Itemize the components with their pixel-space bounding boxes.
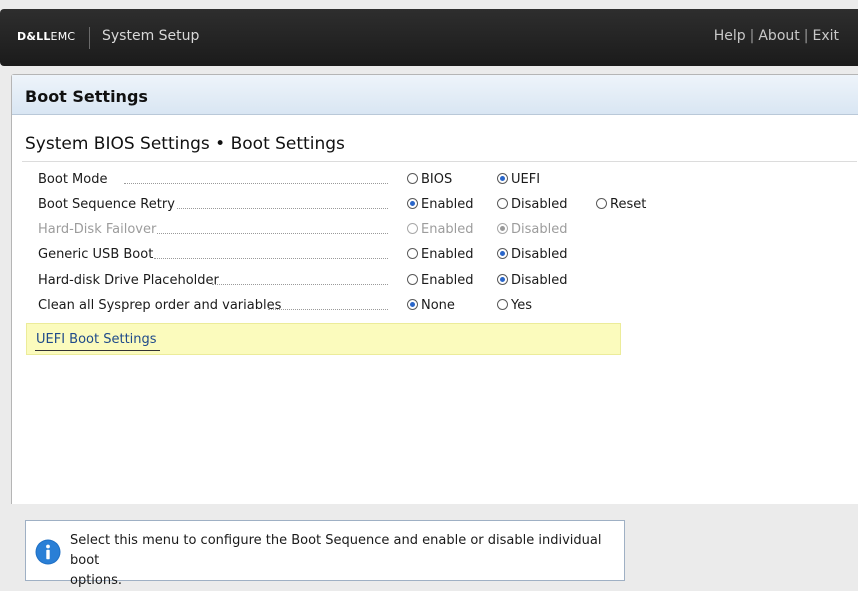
radio-selected-icon <box>497 223 508 234</box>
help-panel: Select this menu to configure the Boot S… <box>25 520 625 588</box>
radio-option[interactable]: BIOS <box>407 172 452 187</box>
setting-row: Clean all Sysprep order and variables Non… <box>38 298 658 316</box>
radio-unselected-icon[interactable] <box>497 198 508 209</box>
link-separator: | <box>749 28 755 44</box>
leader-dots <box>212 284 388 285</box>
radio-option-label: Reset <box>610 197 647 212</box>
uefi-boot-settings-link[interactable]: UEFI Boot Settings <box>36 332 157 347</box>
uefi-boot-settings-row[interactable]: UEFI Boot Settings <box>26 323 621 355</box>
setting-row: Generic USB Boot Enabled Disabled <box>38 247 658 265</box>
radio-option[interactable]: Disabled <box>497 273 567 288</box>
setting-row: Boot Mode BIOS UEFI <box>38 172 658 190</box>
dell-emc-logo: D&LLEMC <box>17 30 75 43</box>
section-title: System BIOS Settings • Boot Settings <box>25 134 345 154</box>
radio-option-label: Enabled <box>421 273 474 288</box>
header-links: Help | About | Exit <box>714 28 839 44</box>
focus-underline <box>35 350 160 351</box>
info-icon <box>35 539 61 565</box>
radio-option-label: Disabled <box>511 222 568 237</box>
top-bar: D&LLEMC System Setup Help | About | Exit <box>0 9 858 66</box>
radio-option[interactable]: Enabled <box>407 247 474 262</box>
radio-option-label: UEFI <box>511 172 541 187</box>
radio-option[interactable]: Disabled <box>497 197 567 212</box>
leader-dots <box>154 258 388 259</box>
section-divider <box>22 161 857 162</box>
radio-option-label: BIOS <box>421 172 453 187</box>
radio-unselected-icon[interactable] <box>407 248 418 259</box>
leader-dots <box>124 183 388 184</box>
radio-option[interactable]: Disabled <box>497 247 567 262</box>
radio-option[interactable]: Yes <box>497 298 532 313</box>
radio-option-label: Enabled <box>421 222 474 237</box>
radio-selected-icon[interactable] <box>407 299 418 310</box>
page-title: Boot Settings <box>25 87 148 106</box>
main-panel: Boot Settings System BIOS Settings • Boo… <box>11 74 858 504</box>
radio-option-label: Yes <box>511 298 532 313</box>
app-title: System Setup <box>102 28 200 44</box>
setting-label: Hard-Disk Failover <box>38 222 157 237</box>
radio-selected-icon[interactable] <box>497 248 508 259</box>
radio-unselected-icon[interactable] <box>497 299 508 310</box>
page-title-bar: Boot Settings <box>12 75 858 115</box>
radio-option-label: Disabled <box>511 273 568 288</box>
leader-dots <box>177 208 388 209</box>
about-link[interactable]: About <box>758 28 799 44</box>
setting-label: Clean all Sysprep order and variables <box>38 298 282 313</box>
radio-option[interactable]: Reset <box>596 197 646 212</box>
radio-option[interactable]: Enabled <box>407 197 474 212</box>
radio-selected-icon[interactable] <box>407 198 418 209</box>
logo-emc: EMC <box>50 30 76 43</box>
logo-dell: D&LL <box>17 30 51 43</box>
radio-option-label: None <box>421 298 455 313</box>
help-text: Select this menu to configure the Boot S… <box>70 531 610 591</box>
setting-label: Generic USB Boot <box>38 247 154 262</box>
leader-dots <box>157 233 388 234</box>
help-text-line: Select this menu to configure the Boot S… <box>70 533 602 568</box>
setting-label: Boot Mode <box>38 172 108 187</box>
radio-option[interactable]: UEFI <box>497 172 540 187</box>
radio-option-label: Disabled <box>511 197 568 212</box>
radio-option[interactable]: None <box>407 298 455 313</box>
logo-divider <box>89 27 90 49</box>
radio-option-label: Enabled <box>421 247 474 262</box>
setting-label: Hard-disk Drive Placeholder <box>38 273 219 288</box>
setting-row: Hard-disk Drive Placeholder Enabled Disabl… <box>38 273 658 291</box>
radio-option-label: Enabled <box>421 197 474 212</box>
radio-option: Disabled <box>497 222 567 237</box>
exit-link[interactable]: Exit <box>812 28 839 44</box>
radio-option-label: Disabled <box>511 247 568 262</box>
help-text-line: options. <box>70 573 123 588</box>
leader-dots <box>268 309 388 310</box>
radio-option: Enabled <box>407 222 474 237</box>
radio-unselected-icon[interactable] <box>407 173 418 184</box>
radio-option[interactable]: Enabled <box>407 273 474 288</box>
link-separator: | <box>803 28 809 44</box>
radio-unselected-icon[interactable] <box>596 198 607 209</box>
radio-unselected-icon <box>407 223 418 234</box>
radio-unselected-icon[interactable] <box>407 274 418 285</box>
radio-selected-icon[interactable] <box>497 274 508 285</box>
setting-label: Boot Sequence Retry <box>38 197 175 212</box>
radio-selected-icon[interactable] <box>497 173 508 184</box>
setting-row: Boot Sequence Retry Enabled Disabled Reset <box>38 197 658 215</box>
setting-row: Hard-Disk Failover Enabled Disabled <box>38 222 658 240</box>
help-link[interactable]: Help <box>714 28 746 44</box>
